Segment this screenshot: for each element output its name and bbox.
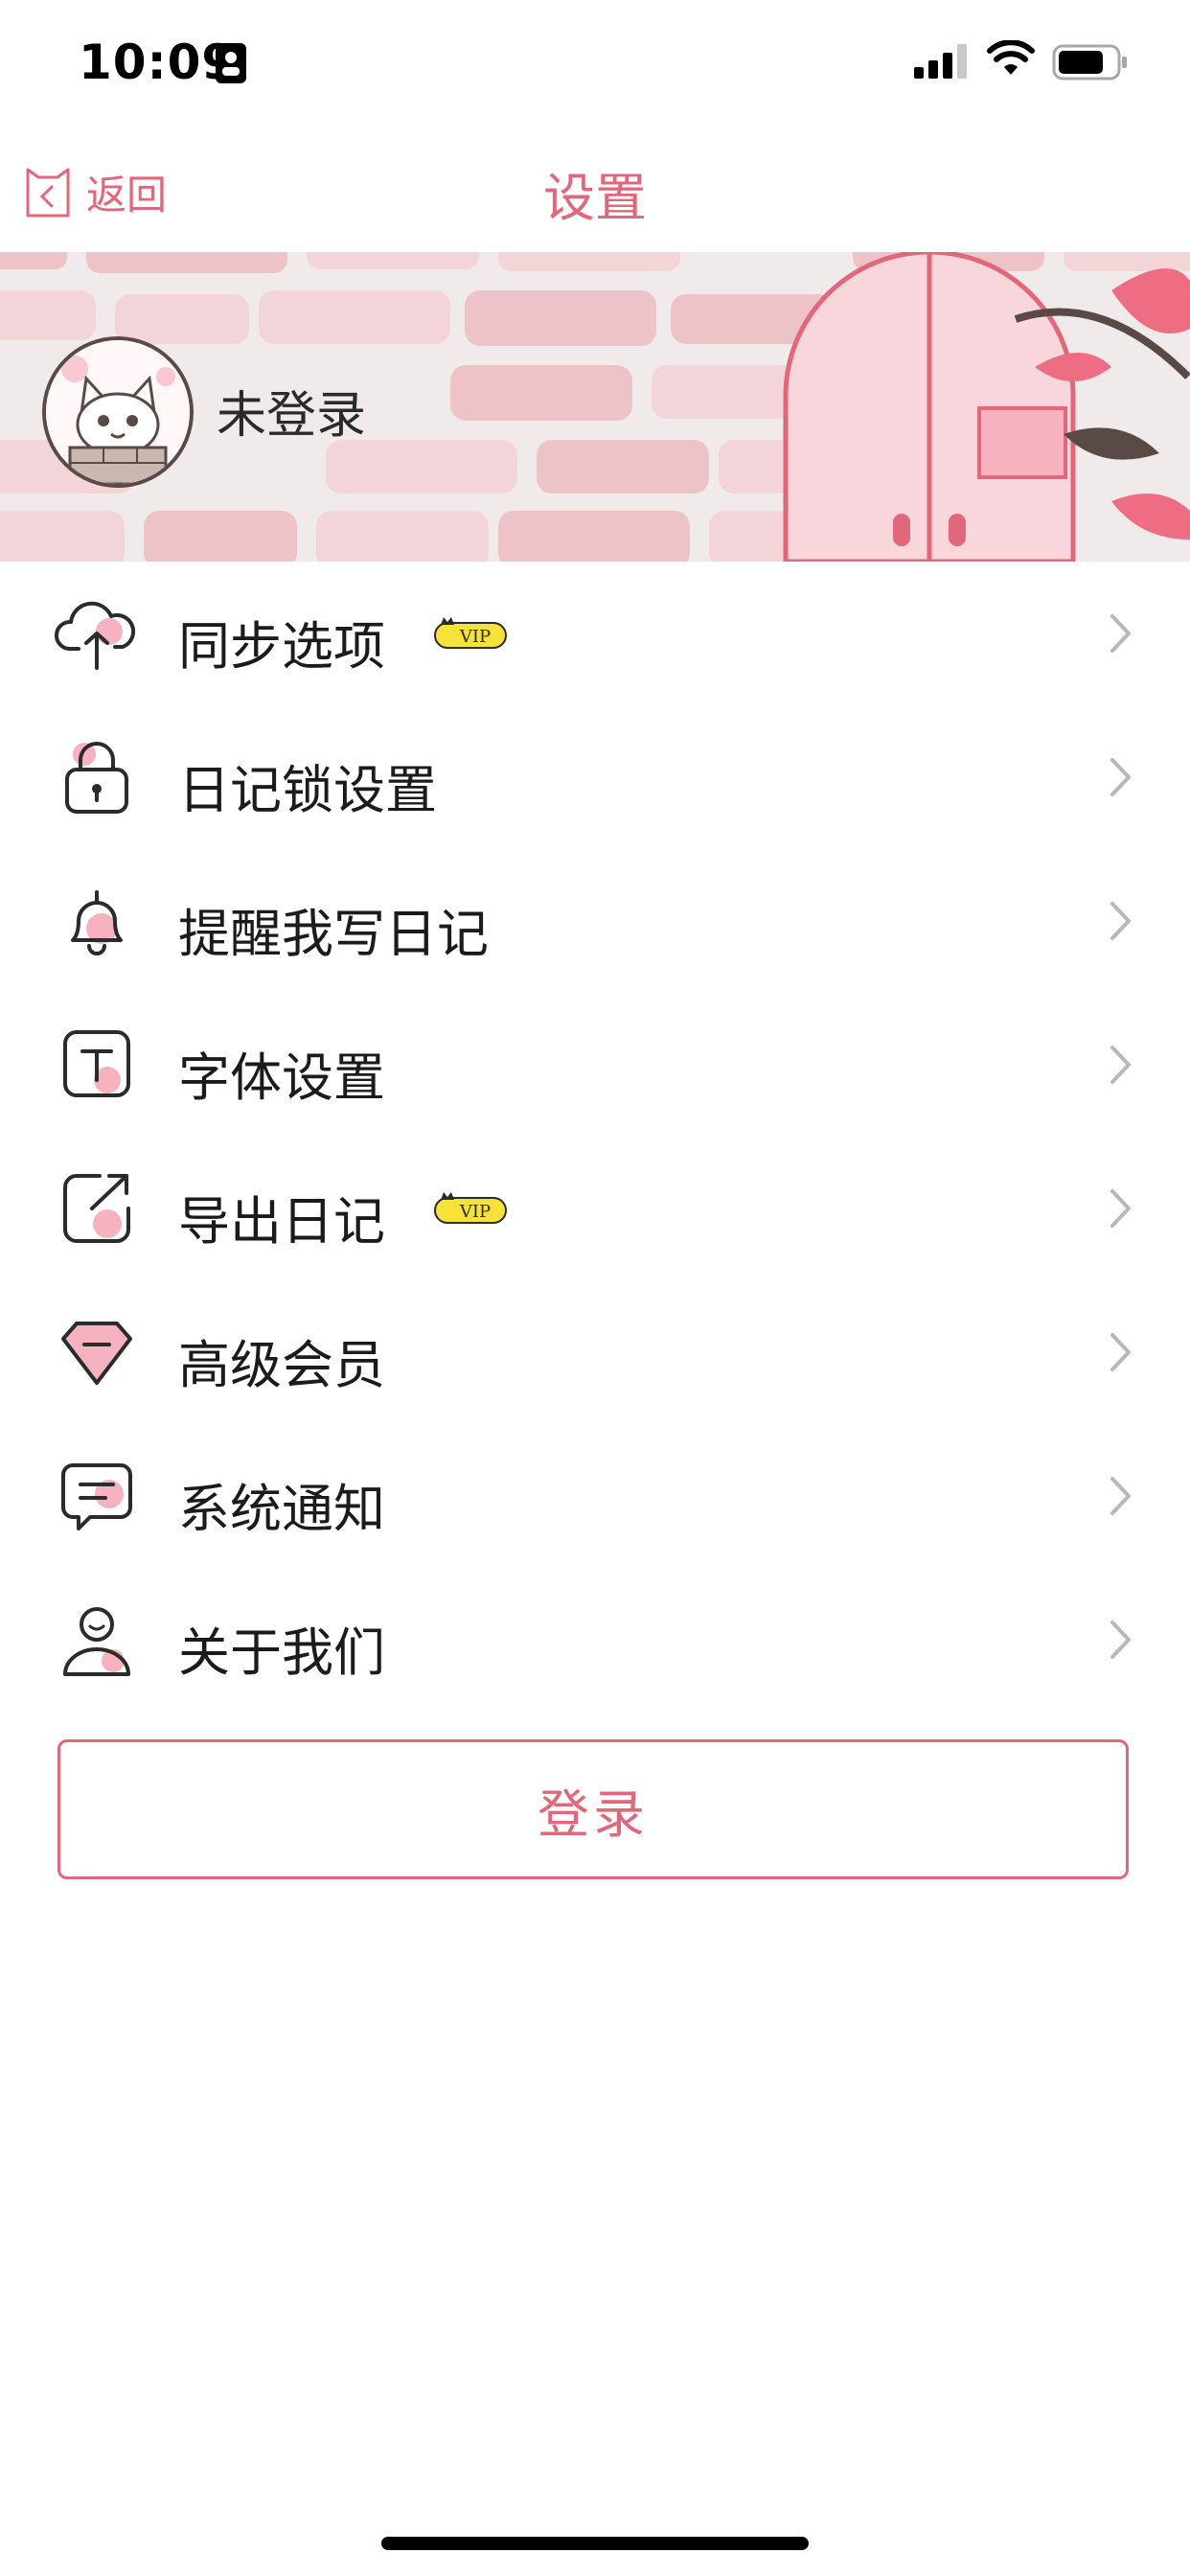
- login-button-label: 登录: [538, 1783, 649, 1845]
- settings-item-about[interactable]: 关于我们: [0, 1568, 1190, 1712]
- settings-item-diary-lock[interactable]: 日记锁设置: [0, 705, 1190, 849]
- diamond-icon: [61, 1322, 132, 1385]
- settings-item-label: 导出日记: [178, 1191, 385, 1252]
- settings-item-label: 关于我们: [178, 1622, 385, 1683]
- bell-icon: [71, 890, 123, 955]
- message-icon: [61, 1463, 132, 1530]
- settings-item-sync[interactable]: 同步选项 VIP: [0, 562, 1190, 705]
- settings-item-label: 提醒我写日记: [178, 904, 489, 964]
- cloud-upload-icon: [54, 601, 136, 670]
- settings-item-label: 日记锁设置: [178, 760, 437, 820]
- cellular-signal-icon: [914, 44, 967, 79]
- settings-item-label: 同步选项: [178, 616, 385, 677]
- vip-badge-text: VIP: [459, 1202, 491, 1222]
- status-time: 10:09: [79, 34, 237, 90]
- id-card-icon: [216, 43, 246, 83]
- font-icon: [63, 1030, 130, 1097]
- login-status-text: 未登录: [217, 387, 367, 445]
- avatar[interactable]: [42, 336, 194, 488]
- cat-avatar-icon: [46, 340, 190, 484]
- settings-item-reminder[interactable]: 提醒我写日记: [0, 849, 1190, 993]
- chevron-right-icon: [1110, 758, 1131, 796]
- lock-icon: [65, 742, 128, 814]
- settings-item-export[interactable]: 导出日记 VIP: [0, 1137, 1190, 1280]
- chevron-right-icon: [1110, 614, 1131, 653]
- login-button[interactable]: 登录: [57, 1739, 1129, 1879]
- settings-item-label: 高级会员: [178, 1335, 385, 1395]
- wifi-icon: [987, 40, 1035, 75]
- settings-item-label: 系统通知: [178, 1479, 385, 1539]
- status-bar: 10:09: [0, 0, 1190, 125]
- vip-badge-text: VIP: [459, 627, 491, 647]
- battery-icon: [1052, 44, 1127, 80]
- navigation-bar: 返回 设置: [0, 134, 1190, 249]
- chevron-right-icon: [1110, 1189, 1131, 1228]
- settings-item-font[interactable]: 字体设置: [0, 993, 1190, 1137]
- vip-badge-icon: VIP: [434, 1192, 507, 1224]
- home-indicator[interactable]: [381, 2537, 809, 2550]
- chevron-right-icon: [1110, 1046, 1131, 1084]
- export-icon: [63, 1174, 130, 1243]
- chevron-right-icon: [1110, 902, 1131, 940]
- settings-item-premium[interactable]: 高级会员: [0, 1280, 1190, 1424]
- person-icon: [63, 1607, 130, 1676]
- settings-list: 同步选项 VIP 日记锁设置 提醒我写日记 字体设置 导出日记 VIP 高级会员…: [0, 562, 1190, 1712]
- page-title: 设置: [543, 168, 647, 228]
- vip-badge-icon: VIP: [434, 617, 507, 649]
- settings-item-notifications[interactable]: 系统通知: [0, 1424, 1190, 1568]
- settings-item-label: 字体设置: [178, 1047, 385, 1108]
- chevron-right-icon: [1110, 1621, 1131, 1659]
- chevron-right-icon: [1110, 1477, 1131, 1515]
- profile-banner[interactable]: 未登录: [0, 252, 1190, 562]
- chevron-right-icon: [1110, 1333, 1131, 1371]
